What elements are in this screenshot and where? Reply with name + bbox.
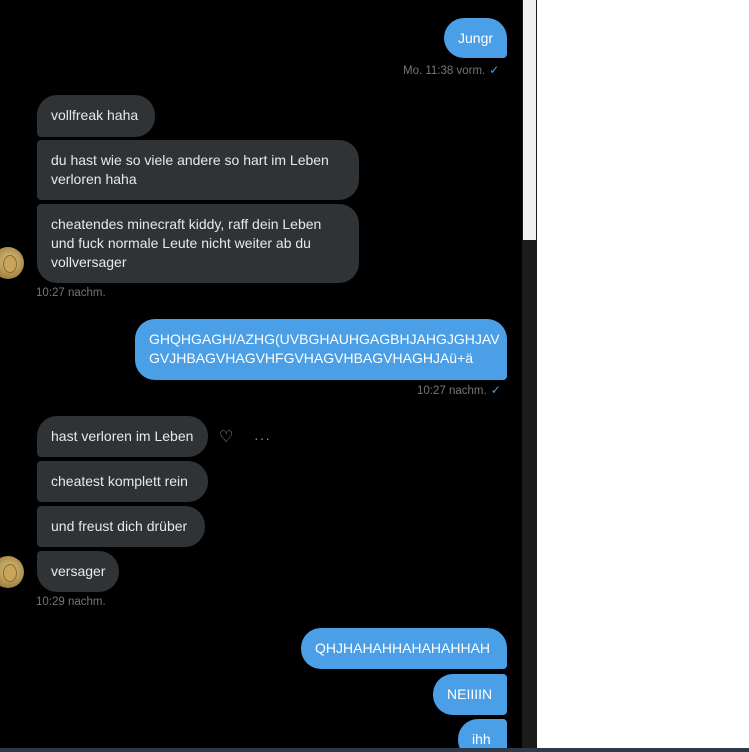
scrollbar[interactable] (522, 0, 537, 752)
more-options-icon[interactable]: ··· (254, 430, 271, 446)
conversation-panel: Jungr Mo. 11:38 vorm. ✓ vollfreak haha du… (0, 0, 522, 752)
blank-pane (537, 0, 749, 752)
sent-check-icon: ✓ (489, 63, 500, 77)
message-bubble-incoming[interactable]: hast verloren im Leben (37, 416, 208, 457)
message-bubble-incoming[interactable]: du hast wie so viele andere so hart im L… (37, 140, 359, 200)
sent-check-icon: ✓ (490, 383, 501, 397)
message-timestamp: 10:27 nachm. ✓ (417, 383, 501, 397)
message-bubble-outgoing[interactable]: GHQHGAGH/AZHG(UVBGHAUHGAGBHJAHGJGHJAV GV… (135, 319, 507, 380)
message-bubble-outgoing[interactable]: NEIIIIN (433, 674, 507, 715)
message-timestamp: Mo. 11:38 vorm. ✓ (403, 63, 500, 77)
message-bubble-incoming[interactable]: versager (37, 551, 119, 592)
bottom-edge (0, 748, 749, 752)
message-bubble-outgoing[interactable]: QHJHAHAHHAHAHAHHAH (301, 628, 507, 669)
message-timestamp: 10:27 nachm. (36, 287, 106, 299)
sender-avatar[interactable] (0, 247, 24, 279)
sender-avatar[interactable] (0, 556, 24, 588)
message-timestamp: 10:29 nachm. (36, 596, 106, 608)
add-reaction-icon[interactable]: ♡ (219, 430, 233, 446)
message-bubble-outgoing[interactable]: Jungr (444, 18, 507, 58)
message-bubble-incoming[interactable]: cheatest komplett rein (37, 461, 208, 502)
message-bubble-incoming[interactable]: vollfreak haha (37, 95, 155, 137)
message-bubble-incoming[interactable]: und freust dich drüber (37, 506, 205, 547)
scrollbar-thumb[interactable] (523, 0, 536, 240)
message-bubble-incoming[interactable]: cheatendes minecraft kiddy, raff dein Le… (37, 204, 359, 283)
